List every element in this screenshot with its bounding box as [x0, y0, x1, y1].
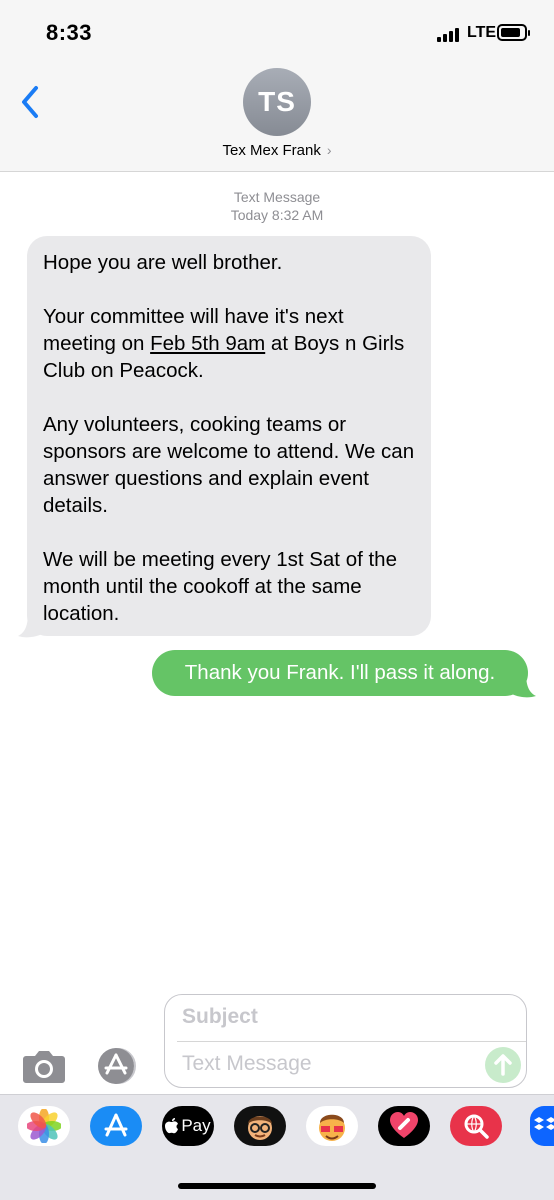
contact-avatar[interactable]: TS — [243, 68, 311, 136]
apple-pay-app[interactable]: Pay — [162, 1106, 214, 1146]
battery-level — [501, 28, 520, 37]
dropbox-app[interactable] — [530, 1106, 554, 1146]
battery-icon — [497, 24, 530, 41]
apps-button[interactable] — [94, 1046, 140, 1086]
memoji-icon — [248, 1116, 272, 1140]
incoming-message-bubble[interactable]: Hope you are well brother. Your committe… — [27, 236, 431, 636]
contact-name: Tex Mex Frank — [222, 142, 321, 159]
back-button[interactable] — [14, 82, 50, 122]
compose-box[interactable]: Subject Text Message — [164, 994, 527, 1088]
apple-pay-label: Pay — [181, 1116, 211, 1135]
web-search-app[interactable] — [450, 1106, 502, 1146]
contact-name-button[interactable]: Tex Mex Frank › — [0, 142, 554, 159]
camera-icon — [23, 1051, 65, 1083]
status-time: 8:33 — [46, 20, 93, 45]
message-paragraph: Hope you are well brother. — [43, 251, 283, 274]
camera-button[interactable] — [22, 1048, 66, 1084]
dropbox-icon — [534, 1117, 554, 1130]
arrow-up-icon — [494, 1054, 512, 1076]
chevron-left-icon — [22, 86, 38, 118]
cellular-signal-icon — [437, 28, 463, 42]
outgoing-message-bubble[interactable]: Thank you Frank. I'll pass it along. — [152, 650, 528, 696]
apple-logo-icon — [165, 1118, 179, 1134]
app-store-app[interactable] — [90, 1106, 142, 1146]
conversation-header: TS Tex Mex Frank › — [0, 64, 554, 172]
send-button[interactable] — [485, 1047, 521, 1083]
message-paragraph: Your committee will have it's next meeti… — [43, 305, 405, 382]
digital-touch-app[interactable] — [378, 1106, 430, 1146]
message-input[interactable]: Text Message — [182, 1052, 312, 1076]
message-paragraph: Any volunteers, cooking teams or sponsor… — [43, 413, 415, 517]
digital-touch-icon — [390, 1112, 418, 1138]
chevron-right-icon: › — [326, 142, 332, 158]
message-timestamp: Today 8:32 AM — [230, 207, 324, 223]
web-search-icon — [464, 1114, 489, 1139]
home-indicator[interactable] — [178, 1183, 376, 1189]
photos-app[interactable] — [18, 1106, 70, 1146]
subject-input[interactable]: Subject — [182, 1005, 258, 1029]
status-bar: 8:33 LTE — [0, 0, 554, 64]
compose-divider — [177, 1041, 526, 1042]
photos-icon — [27, 1109, 61, 1143]
message-paragraph: We will be meeting every 1st Sat of the … — [43, 548, 397, 625]
animoji-icon — [319, 1114, 345, 1141]
app-store-icon — [104, 1113, 128, 1137]
animoji-app[interactable] — [306, 1106, 358, 1146]
service-label: Text Message — [233, 189, 321, 205]
app-store-icon — [98, 1048, 136, 1084]
date-link[interactable]: Feb 5th 9am — [150, 332, 265, 355]
network-type: LTE — [467, 24, 497, 41]
memoji-app[interactable] — [234, 1106, 286, 1146]
